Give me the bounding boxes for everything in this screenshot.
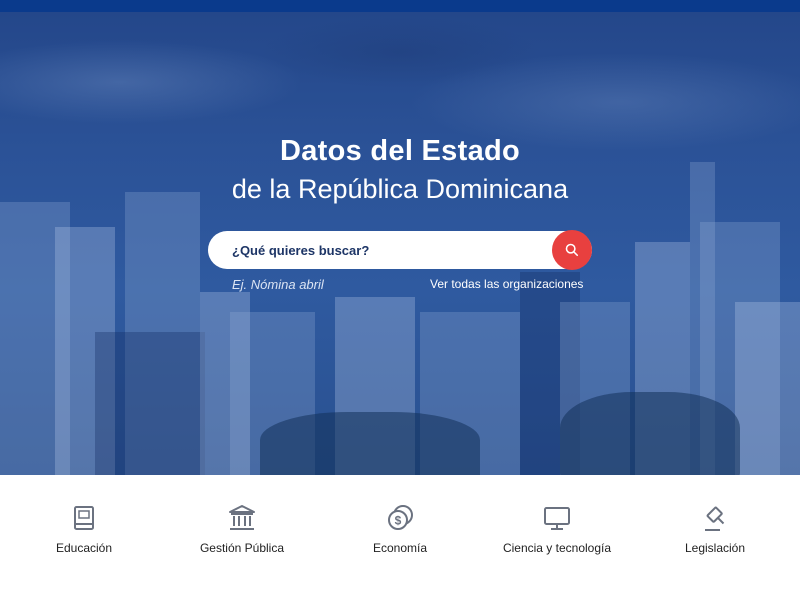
coins-icon: $ bbox=[388, 505, 413, 530]
monitor-icon bbox=[544, 507, 570, 530]
trees bbox=[560, 392, 740, 475]
search-input[interactable] bbox=[208, 231, 548, 269]
gavel-icon bbox=[705, 506, 725, 531]
search-bar bbox=[208, 230, 592, 270]
category-label: Ciencia y tecnología bbox=[502, 541, 612, 555]
category-legislation[interactable]: Legislación bbox=[675, 503, 755, 563]
top-bar bbox=[0, 0, 800, 12]
category-bar: Educación Gestión Pública $ Economía Cie… bbox=[0, 475, 800, 600]
bank-icon bbox=[229, 505, 255, 530]
hero-banner: Datos del Estado de la República Dominic… bbox=[0, 12, 800, 475]
category-public-management[interactable]: Gestión Pública bbox=[192, 503, 292, 563]
category-education[interactable]: Educación bbox=[44, 503, 124, 563]
page-subtitle: de la República Dominicana bbox=[231, 174, 569, 204]
category-label: Educación bbox=[55, 541, 113, 555]
category-economy[interactable]: $ Economía bbox=[365, 503, 435, 563]
category-label: Economía bbox=[372, 541, 428, 555]
svg-text:$: $ bbox=[395, 514, 402, 528]
category-label: Gestión Pública bbox=[199, 541, 285, 555]
search-hint: Ej. Nómina abril bbox=[232, 277, 324, 292]
trees bbox=[260, 412, 480, 475]
category-science-technology[interactable]: Ciencia y tecnología bbox=[497, 503, 617, 563]
all-organizations-link[interactable]: Ver todas las organizaciones bbox=[430, 277, 583, 291]
search-button[interactable] bbox=[552, 230, 592, 270]
search-icon bbox=[565, 243, 579, 257]
category-label: Legislación bbox=[684, 541, 746, 555]
building bbox=[735, 302, 800, 475]
book-icon bbox=[74, 506, 94, 530]
building bbox=[95, 332, 205, 475]
page-title: Datos del Estado bbox=[279, 135, 521, 167]
